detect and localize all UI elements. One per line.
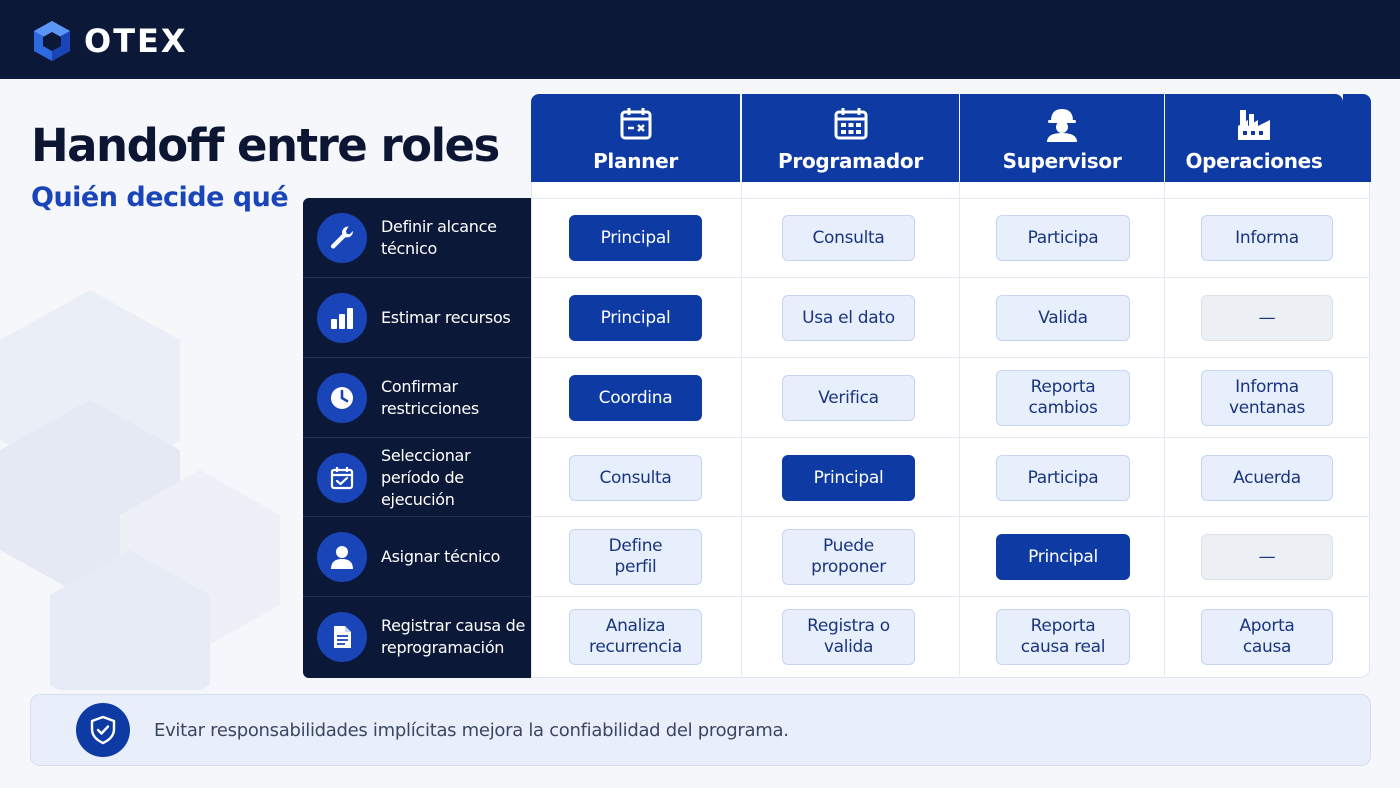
task-icon-badge <box>317 373 367 423</box>
column-divider <box>1164 180 1165 678</box>
matrix-cell-r0-c0: Principal <box>569 215 702 261</box>
note-icon-badge <box>76 703 130 757</box>
matrix-cell-r3-c3: Acuerda <box>1201 455 1333 501</box>
row-divider <box>531 437 1370 438</box>
matrix-cell-r5-c1: Registra o valida <box>782 609 915 665</box>
document-icon <box>334 626 351 648</box>
row-divider <box>531 596 1370 597</box>
task-row-seleccionar-periodo[interactable]: Seleccionar período de ejecución <box>303 438 531 518</box>
matrix-cell-r2-c3: Informa ventanas <box>1201 370 1333 426</box>
task-label: Confirmar restricciones <box>381 377 479 418</box>
role-header-supervisor[interactable]: Supervisor <box>960 94 1164 182</box>
role-label: Planner <box>593 149 678 173</box>
matrix-cell-r2-c1: Verifica <box>782 375 915 421</box>
matrix-cell-r4-c0: Define perfil <box>569 529 702 585</box>
task-row-registrar-causa[interactable]: Registrar causa de reprogramación <box>303 597 531 677</box>
bar-chart-icon <box>331 308 353 329</box>
matrix-cell-r1-c3: — <box>1201 295 1333 341</box>
column-divider <box>959 180 960 678</box>
task-icon-badge <box>317 293 367 343</box>
matrix-cell-r5-c2: Reporta causa real <box>996 609 1130 665</box>
brand-logo[interactable]: OTEX <box>32 20 188 62</box>
task-label: Definir alcance técnico <box>381 217 497 258</box>
role-header-filler <box>1343 94 1371 182</box>
task-icon-badge <box>317 532 367 582</box>
background-hexagons <box>0 290 280 690</box>
task-label: Seleccionar período de ejecución <box>381 446 471 509</box>
role-label: Operaciones <box>1185 149 1323 173</box>
task-row-confirmar-restricciones[interactable]: Confirmar restricciones <box>303 358 531 438</box>
info-note: Evitar responsabilidades implícitas mejo… <box>30 694 1371 766</box>
matrix-cell-r1-c1: Usa el dato <box>782 295 915 341</box>
task-label: Registrar causa de reprogramación <box>381 616 526 657</box>
matrix-cell-r4-c1: Puede proponer <box>782 529 915 585</box>
row-divider <box>531 277 1370 278</box>
task-icon-badge <box>317 612 367 662</box>
matrix-cell-r0-c2: Participa <box>996 215 1130 261</box>
row-divider <box>531 516 1370 517</box>
role-label: Supervisor <box>1002 149 1122 173</box>
matrix-cell-r0-c3: Informa <box>1201 215 1333 261</box>
matrix-cell-r4-c3: — <box>1201 534 1333 580</box>
factory-icon <box>1238 110 1270 140</box>
role-header-planner[interactable]: Planner <box>531 94 740 182</box>
clock-icon <box>331 387 353 409</box>
matrix-cell-r4-c2: Principal <box>996 534 1130 580</box>
matrix-cell-r5-c3: Aporta causa <box>1201 609 1333 665</box>
hard-hat-worker-icon <box>1047 109 1077 142</box>
matrix-cell-r3-c1: Principal <box>782 455 915 501</box>
column-divider <box>741 180 742 678</box>
task-row-definir-alcance[interactable]: Definir alcance técnico <box>303 198 531 278</box>
matrix-cell-r2-c0: Coordina <box>569 375 702 421</box>
wrench-icon <box>330 226 354 249</box>
role-header-programador[interactable]: Programador <box>742 94 959 182</box>
matrix-cell-r1-c0: Principal <box>569 295 702 341</box>
calendar-check-icon <box>330 467 354 490</box>
otex-logo-icon <box>34 21 70 61</box>
row-divider <box>531 357 1370 358</box>
task-label: Estimar recursos <box>381 308 511 327</box>
task-icon-badge <box>317 453 367 503</box>
task-row-estimar-recursos[interactable]: Estimar recursos <box>303 278 531 358</box>
shield-check-icon <box>90 715 116 745</box>
matrix-cell-r0-c1: Consulta <box>782 215 915 261</box>
page-title: Handoff entre roles <box>31 119 500 172</box>
calendar-grid-icon <box>834 108 867 140</box>
role-label: Programador <box>778 149 923 173</box>
matrix-cell-r2-c2: Reporta cambios <box>996 370 1130 426</box>
matrix-cell-r3-c2: Participa <box>996 455 1130 501</box>
matrix-cell-r5-c0: Analiza recurrencia <box>569 609 702 665</box>
brand-name: OTEX <box>84 22 188 60</box>
task-row-asignar-tecnico[interactable]: Asignar técnico <box>303 517 531 597</box>
note-text: Evitar responsabilidades implícitas mejo… <box>154 719 789 741</box>
user-icon <box>331 546 353 569</box>
page-subtitle: Quién decide qué <box>31 182 289 213</box>
task-icon-badge <box>317 213 367 263</box>
task-label: Asignar técnico <box>381 547 501 566</box>
row-divider <box>531 198 1370 199</box>
top-bar: OTEX <box>0 0 1400 79</box>
role-header-operaciones[interactable]: Operaciones <box>1165 94 1343 182</box>
matrix-cell-r3-c0: Consulta <box>569 455 702 501</box>
matrix-cell-r1-c2: Valida <box>996 295 1130 341</box>
calendar-icon <box>620 108 651 140</box>
